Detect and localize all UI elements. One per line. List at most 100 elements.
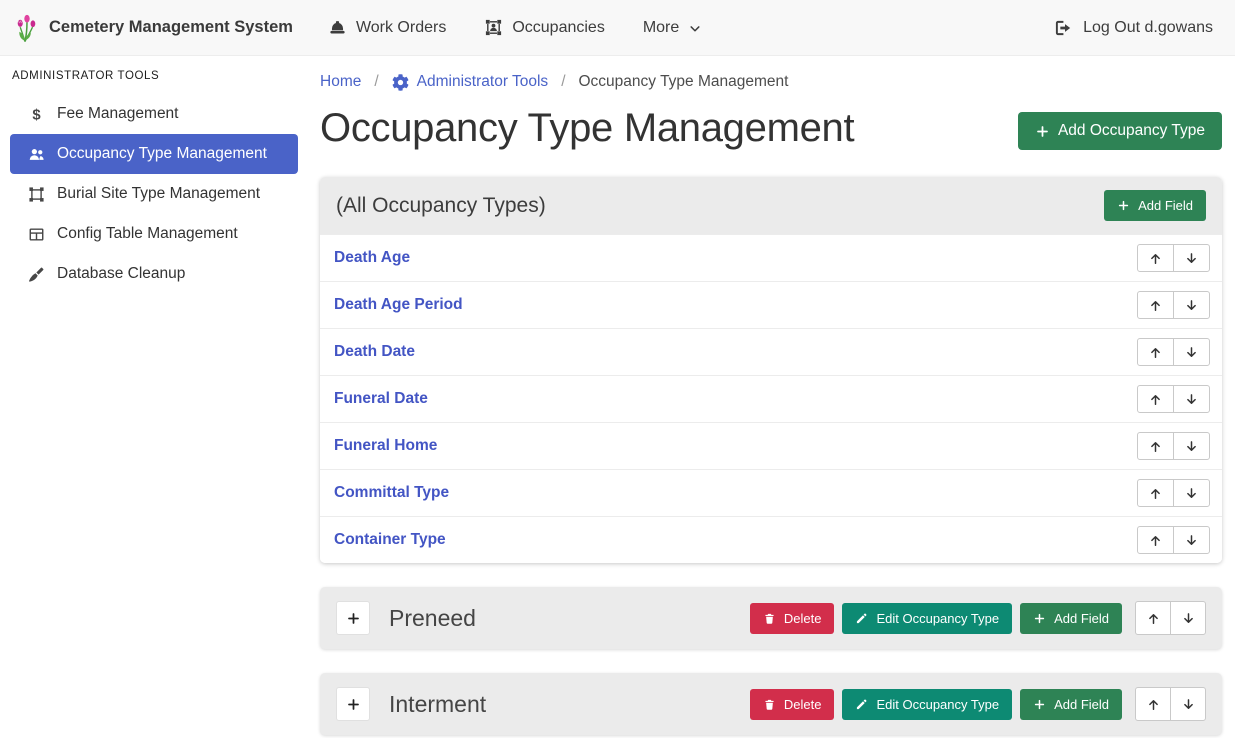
gear-icon	[392, 74, 409, 91]
logout-link[interactable]: Log Out d.gowans	[1053, 18, 1219, 38]
app-brand[interactable]: Cemetery Management System	[16, 13, 293, 43]
move-up-button[interactable]	[1137, 338, 1174, 366]
arrow-down-icon	[1181, 697, 1196, 712]
field-link[interactable]: Funeral Date	[334, 390, 428, 408]
trash-icon	[763, 698, 776, 711]
breadcrumb-admin-tools[interactable]: Administrator Tools	[392, 73, 549, 91]
vector-square-icon	[28, 186, 45, 203]
sidebar: ADMINISTRATOR TOOLS Fee Management Occup…	[0, 56, 310, 294]
move-up-button[interactable]	[1137, 385, 1174, 413]
nav-occupancies[interactable]: Occupancies	[465, 18, 624, 37]
nav-occupancies-label: Occupancies	[512, 19, 605, 37]
field-link[interactable]: Death Date	[334, 343, 415, 361]
plus-icon	[346, 611, 361, 626]
sidebar-list: Fee Management Occupancy Type Management…	[0, 94, 310, 294]
add-occupancy-type-button[interactable]: Add Occupancy Type	[1018, 112, 1222, 150]
nav-work-orders[interactable]: Work Orders	[309, 18, 465, 37]
move-down-button[interactable]	[1173, 479, 1210, 507]
arrow-down-icon	[1184, 486, 1199, 501]
arrow-up-icon	[1148, 298, 1163, 313]
move-up-button[interactable]	[1137, 526, 1174, 554]
reorder-button-group	[1137, 385, 1210, 413]
field-row-list: Death Age Death Age Period	[320, 234, 1222, 563]
edit-occupancy-type-button[interactable]: Edit Occupancy Type	[842, 603, 1012, 634]
nav-more-dropdown[interactable]: More	[624, 19, 721, 37]
move-down-button[interactable]	[1173, 526, 1210, 554]
trash-icon	[763, 612, 776, 625]
sidebar-item-database-cleanup[interactable]: Database Cleanup	[10, 254, 298, 294]
move-up-button[interactable]	[1137, 432, 1174, 460]
add-field-button[interactable]: Add Field	[1020, 603, 1122, 634]
arrow-up-icon	[1146, 697, 1161, 712]
field-link[interactable]: Death Age	[334, 249, 410, 267]
reorder-button-group	[1137, 338, 1210, 366]
reorder-button-group	[1137, 479, 1210, 507]
dollar-icon	[28, 106, 45, 123]
breadcrumb-separator: /	[374, 73, 378, 91]
all-types-panel-header: (All Occupancy Types) Add Field	[320, 177, 1222, 234]
move-up-button[interactable]	[1137, 291, 1174, 319]
top-navbar: Cemetery Management System Work Orders O…	[0, 0, 1235, 56]
sidebar-item-fee-management[interactable]: Fee Management	[10, 94, 298, 134]
add-field-button[interactable]: Add Field	[1020, 689, 1122, 720]
breadcrumb-home[interactable]: Home	[320, 73, 361, 91]
reorder-button-group	[1137, 432, 1210, 460]
move-down-button[interactable]	[1173, 244, 1210, 272]
delete-button[interactable]: Delete	[750, 689, 835, 720]
field-link[interactable]: Funeral Home	[334, 437, 437, 455]
move-up-button[interactable]	[1135, 687, 1171, 721]
plus-icon	[1033, 612, 1046, 625]
move-down-button[interactable]	[1173, 291, 1210, 319]
move-down-button[interactable]	[1173, 385, 1210, 413]
field-row: Committal Type	[320, 469, 1222, 516]
sidebar-item-occupancy-type-management[interactable]: Occupancy Type Management	[10, 134, 298, 174]
field-link[interactable]: Container Type	[334, 531, 446, 549]
field-link[interactable]: Committal Type	[334, 484, 449, 502]
field-link[interactable]: Death Age Period	[334, 296, 463, 314]
arrow-up-icon	[1148, 533, 1163, 548]
sidebar-item-label: Database Cleanup	[57, 265, 185, 283]
move-down-button[interactable]	[1173, 432, 1210, 460]
nav-work-orders-label: Work Orders	[356, 19, 446, 37]
edit-occupancy-type-button[interactable]: Edit Occupancy Type	[842, 689, 1012, 720]
arrow-down-icon	[1184, 345, 1199, 360]
move-down-button[interactable]	[1170, 687, 1206, 721]
move-down-button[interactable]	[1170, 601, 1206, 635]
sidebar-item-burial-site-type-management[interactable]: Burial Site Type Management	[10, 174, 298, 214]
arrow-up-icon	[1148, 392, 1163, 407]
expand-button[interactable]	[336, 601, 370, 635]
reorder-button-group	[1135, 601, 1206, 635]
move-up-button[interactable]	[1137, 244, 1174, 272]
title-row: Occupancy Type Management Add Occupancy …	[320, 103, 1222, 153]
field-row: Death Date	[320, 328, 1222, 375]
occupancy-type-title: Interment	[389, 691, 742, 718]
field-row: Funeral Home	[320, 422, 1222, 469]
arrow-up-icon	[1148, 345, 1163, 360]
sidebar-item-label: Burial Site Type Management	[57, 185, 260, 203]
occupancy-type-title: Preneed	[389, 605, 742, 632]
table-icon	[28, 226, 45, 243]
sidebar-item-config-table-management[interactable]: Config Table Management	[10, 214, 298, 254]
move-up-button[interactable]	[1137, 479, 1174, 507]
move-up-button[interactable]	[1135, 601, 1171, 635]
delete-button[interactable]: Delete	[750, 603, 835, 634]
arrow-up-icon	[1146, 611, 1161, 626]
chevron-down-icon	[688, 22, 702, 36]
plus-icon	[1035, 124, 1050, 139]
app-title: Cemetery Management System	[49, 18, 293, 37]
breadcrumb-current: Occupancy Type Management	[579, 73, 789, 91]
move-down-button[interactable]	[1173, 338, 1210, 366]
pencil-icon	[855, 612, 868, 625]
all-types-panel-title: (All Occupancy Types)	[336, 194, 546, 218]
field-row: Funeral Date	[320, 375, 1222, 422]
expand-button[interactable]	[336, 687, 370, 721]
sidebar-item-label: Occupancy Type Management	[57, 145, 267, 163]
arrow-down-icon	[1184, 392, 1199, 407]
add-field-button[interactable]: Add Field	[1104, 190, 1206, 221]
occupancy-plot-icon	[484, 18, 503, 37]
reorder-button-group	[1137, 244, 1210, 272]
reorder-button-group	[1137, 291, 1210, 319]
logout-label: Log Out d.gowans	[1083, 19, 1213, 37]
field-row: Death Age Period	[320, 281, 1222, 328]
sidebar-section-title: ADMINISTRATOR TOOLS	[12, 70, 310, 82]
